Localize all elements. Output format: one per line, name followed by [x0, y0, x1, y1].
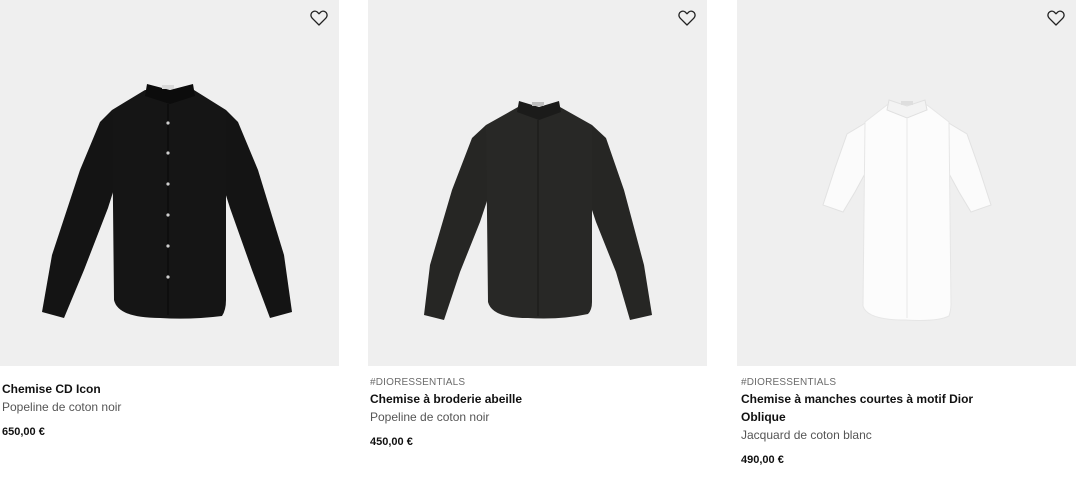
product-name-link[interactable]: Chemise CD Icon [2, 380, 332, 398]
product-info: #DIORESSENTIALS Chemise à manches courte… [741, 376, 981, 467]
product-name-link[interactable]: Chemise à manches courtes à motif Dior O… [741, 390, 981, 426]
product-image-tile[interactable] [368, 0, 707, 366]
product-card[interactable]: #DIORESSENTIALS Chemise à manches courte… [737, 0, 1076, 483]
black-shirt-image [424, 101, 652, 320]
heart-icon[interactable] [309, 8, 329, 28]
product-name-link[interactable]: Chemise à broderie abeille [370, 390, 700, 408]
product-info: Chemise CD Icon Popeline de coton noir 6… [2, 376, 332, 439]
product-price: 490,00 € [741, 454, 784, 466]
product-price: 650,00 € [2, 426, 45, 438]
product-image-tile[interactable] [737, 0, 1076, 366]
product-description: Jacquard de coton blanc [741, 428, 872, 442]
product-price: 450,00 € [370, 436, 413, 448]
product-image-tile[interactable] [0, 0, 339, 366]
white-short-sleeve-shirt-image [822, 99, 992, 321]
heart-icon[interactable] [677, 8, 697, 28]
black-shirt-image [42, 84, 292, 319]
product-info: #DIORESSENTIALS Chemise à broderie abeil… [370, 376, 700, 449]
product-tag[interactable]: #DIORESSENTIALS [741, 376, 981, 390]
heart-icon[interactable] [1046, 8, 1066, 28]
product-description: Popeline de coton noir [2, 400, 122, 414]
product-card[interactable]: Chemise CD Icon Popeline de coton noir 6… [0, 0, 339, 483]
product-tag[interactable]: #DIORESSENTIALS [370, 376, 700, 390]
product-description: Popeline de coton noir [370, 410, 490, 424]
product-card[interactable]: #DIORESSENTIALS Chemise à broderie abeil… [368, 0, 707, 483]
product-grid: Chemise CD Icon Popeline de coton noir 6… [0, 0, 1076, 483]
